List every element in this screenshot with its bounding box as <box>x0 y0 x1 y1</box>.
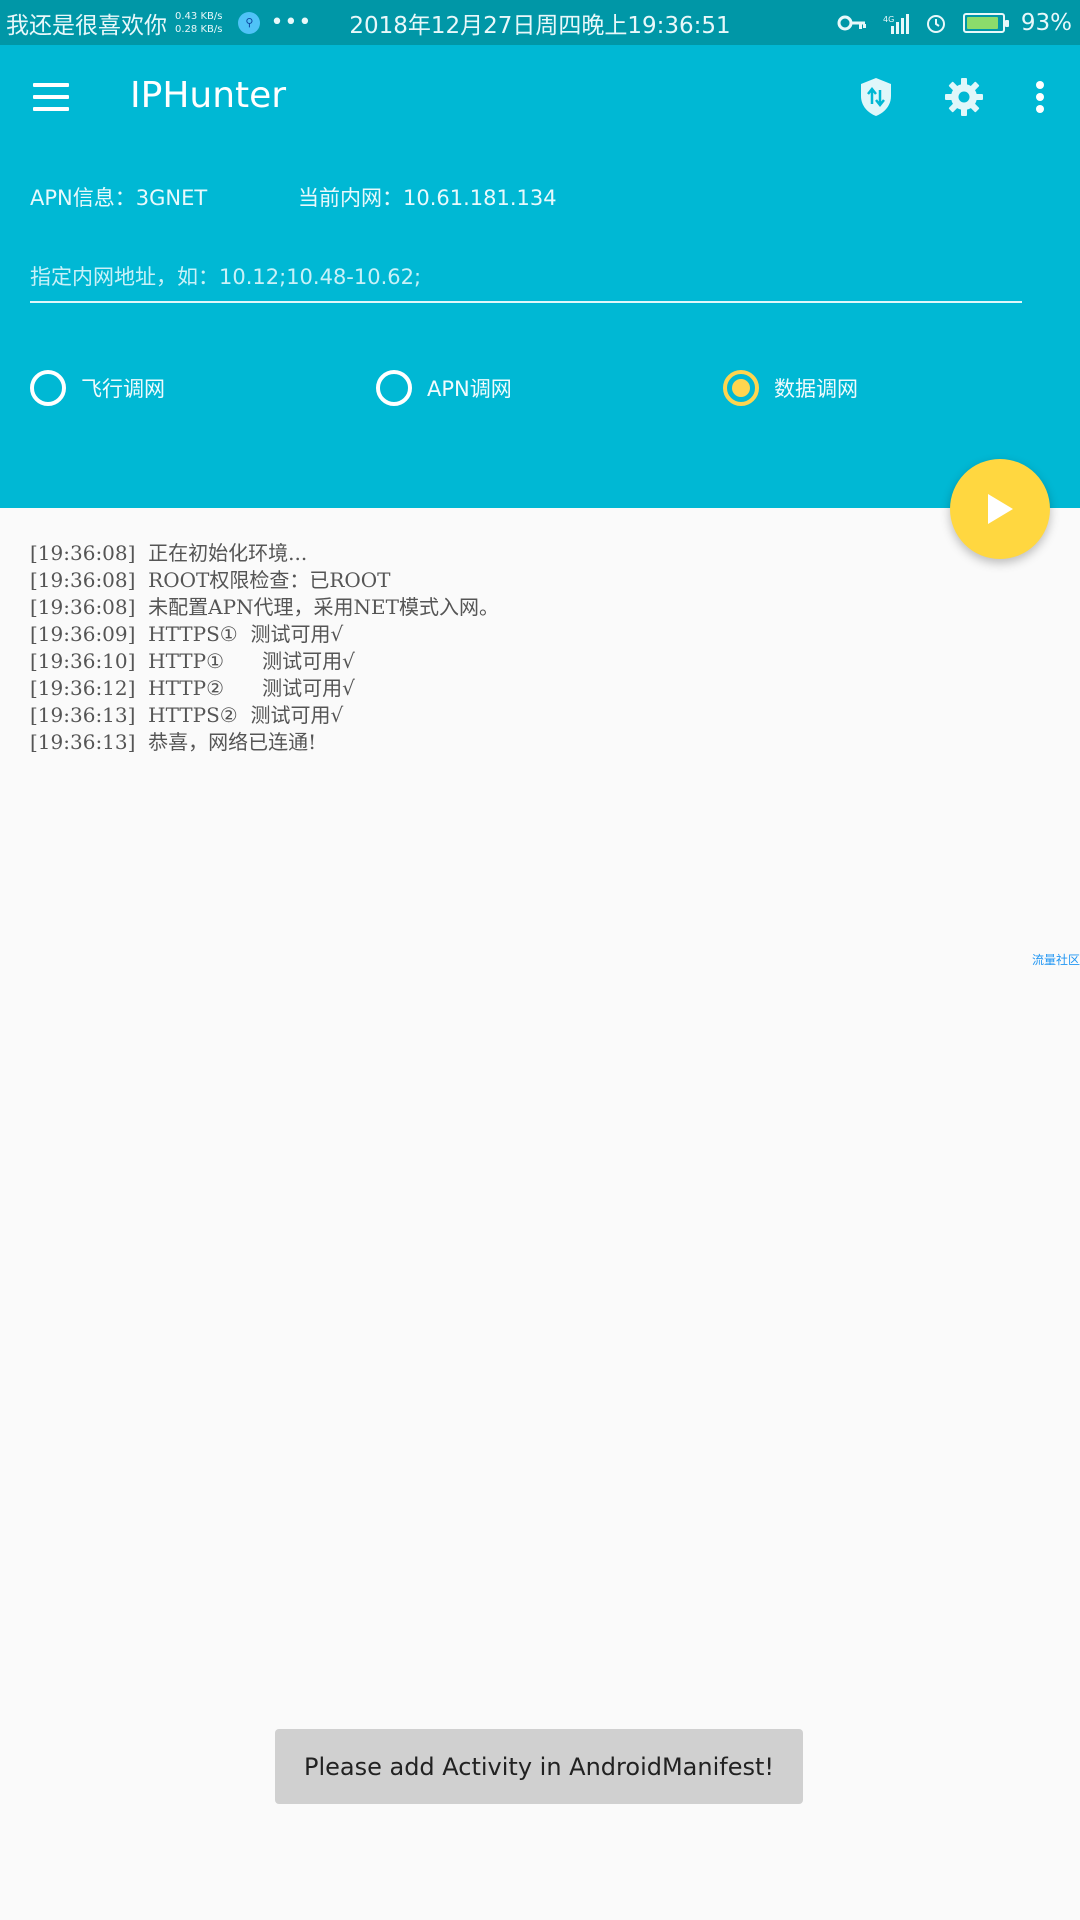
log-line: [19:36:10] HTTP① 测试可用√ <box>30 649 355 673</box>
download-speed: 0.28 KB/s <box>175 23 223 35</box>
network-speed: 0.43 KB/s 0.28 KB/s <box>175 10 222 36</box>
log-line: [19:36:08] ROOT权限检查：已ROOT <box>30 568 391 592</box>
header-panel: IPHunter APN信息：3GNET 当前内网：10.61.181.134 … <box>0 45 1080 508</box>
radio-apn-mode[interactable]: APN调网 <box>376 370 512 406</box>
status-bar: 我还是很喜欢你 0.43 KB/s 0.28 KB/s ⚲ ••• 2018年1… <box>0 0 1080 45</box>
more-vert-icon[interactable] <box>1016 73 1064 121</box>
status-bar-left: 我还是很喜欢你 0.43 KB/s 0.28 KB/s ⚲ ••• <box>6 0 312 45</box>
shield-sync-icon[interactable] <box>852 73 900 121</box>
intranet-address-input[interactable] <box>30 253 1022 303</box>
log-line: [19:36:08] 未配置APN代理，采用NET模式入网。 <box>30 595 499 619</box>
radio-circle <box>376 370 412 406</box>
vpn-key-icon <box>837 15 866 30</box>
play-icon <box>988 494 1013 524</box>
watermark-link[interactable]: 流量社区 <box>1032 951 1080 968</box>
radio-data-mode[interactable]: 数据调网 <box>723 370 858 406</box>
radio-label: APN调网 <box>427 377 512 401</box>
status-bar-right: 4G 93% <box>837 0 1072 45</box>
log-line: [19:36:13] HTTPS② 测试可用√ <box>30 703 344 727</box>
toolbar: IPHunter <box>0 45 1080 150</box>
log-line: [19:36:09] HTTPS① 测试可用√ <box>30 622 344 646</box>
radio-airplane-mode[interactable]: 飞行调网 <box>30 370 165 406</box>
log-output: [19:36:08] 正在初始化环境... [19:36:08] ROOT权限检… <box>30 540 1030 756</box>
svg-text:4G: 4G <box>883 15 894 24</box>
signal-icon: 4G <box>883 13 909 34</box>
log-line: [19:36:12] HTTP② 测试可用√ <box>30 676 355 700</box>
alarm-icon <box>926 14 945 33</box>
toast-message: Please add Activity in AndroidManifest! <box>275 1729 803 1804</box>
upload-speed: 0.43 KB/s <box>175 10 223 22</box>
gear-icon[interactable] <box>940 73 988 121</box>
radio-label: 数据调网 <box>774 377 858 401</box>
log-line: [19:36:13] 恭喜，网络已连通! <box>30 730 317 754</box>
apn-info: APN信息：3GNET <box>30 186 208 210</box>
radio-circle-selected <box>723 370 759 406</box>
intranet-ip: 当前内网：10.61.181.134 <box>298 186 557 210</box>
battery-percent: 93% <box>1020 9 1072 36</box>
radio-circle <box>30 370 66 406</box>
status-carrier-text: 我还是很喜欢你 <box>6 12 167 39</box>
menu-icon[interactable] <box>33 83 69 111</box>
radio-label: 飞行调网 <box>81 377 165 401</box>
search-notification-icon: ⚲ <box>238 11 261 34</box>
battery-level <box>966 16 999 29</box>
more-notifications: ••• <box>270 10 313 35</box>
log-line: [19:36:08] 正在初始化环境... <box>30 541 308 565</box>
battery-icon <box>962 12 1009 33</box>
app-title: IPHunter <box>130 75 287 116</box>
